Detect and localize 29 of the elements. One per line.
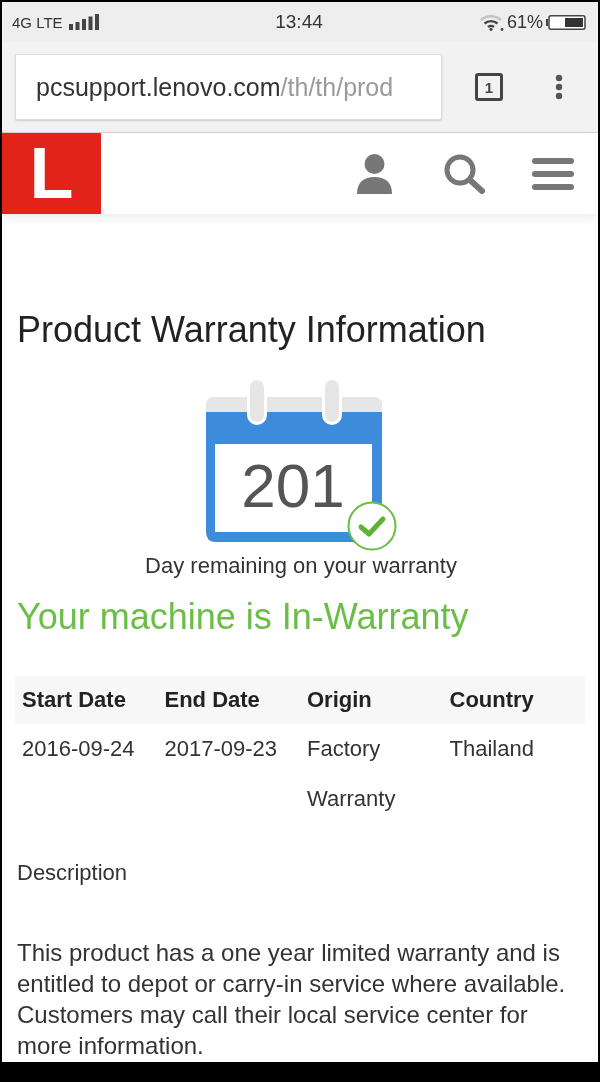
check-circle-icon: [346, 501, 397, 551]
clock: 13:44: [275, 11, 323, 33]
search-icon[interactable]: [443, 153, 486, 194]
user-icon[interactable]: [357, 153, 392, 194]
days-remaining-count: 201: [240, 450, 346, 522]
page-title: Product Warranty Information: [17, 308, 487, 352]
table-cell-text: 2016-09-24: [21, 735, 136, 763]
menu-icon[interactable]: [532, 157, 574, 190]
column-header: Start Date: [21, 686, 127, 714]
column-header: Origin: [306, 686, 373, 714]
warranty-status: Your machine is In-Warranty: [17, 595, 470, 639]
battery-percent: 61%: [506, 11, 543, 33]
days-caption: Day remaining on your warranty: [144, 552, 458, 580]
calendar-icon: [205, 377, 382, 544]
table-cell-text: 2017-09-23: [163, 735, 279, 763]
url-field[interactable]: pcsupport.lenovo.com/th/th/prod: [15, 54, 442, 120]
logo[interactable]: L: [2, 133, 101, 214]
signal-icon: [68, 14, 99, 30]
tab-count-button[interactable]: 1: [475, 73, 503, 101]
description-heading: Description: [17, 859, 129, 887]
overflow-menu-icon[interactable]: [554, 74, 564, 100]
network-label: 4G LTE: [12, 13, 63, 31]
table-cell-text: Factory Warranty: [306, 735, 397, 813]
table-cell-text: Thailand: [448, 735, 535, 763]
column-header: End Date: [163, 686, 261, 714]
battery-icon: [546, 14, 586, 30]
description-text: This product has a one year limited warranty and is entitled to depot or carry-in service where available. Customers may call their local service center for more information.: [17, 938, 567, 1061]
wifi-icon: [479, 13, 504, 31]
column-header: Country: [448, 686, 535, 714]
